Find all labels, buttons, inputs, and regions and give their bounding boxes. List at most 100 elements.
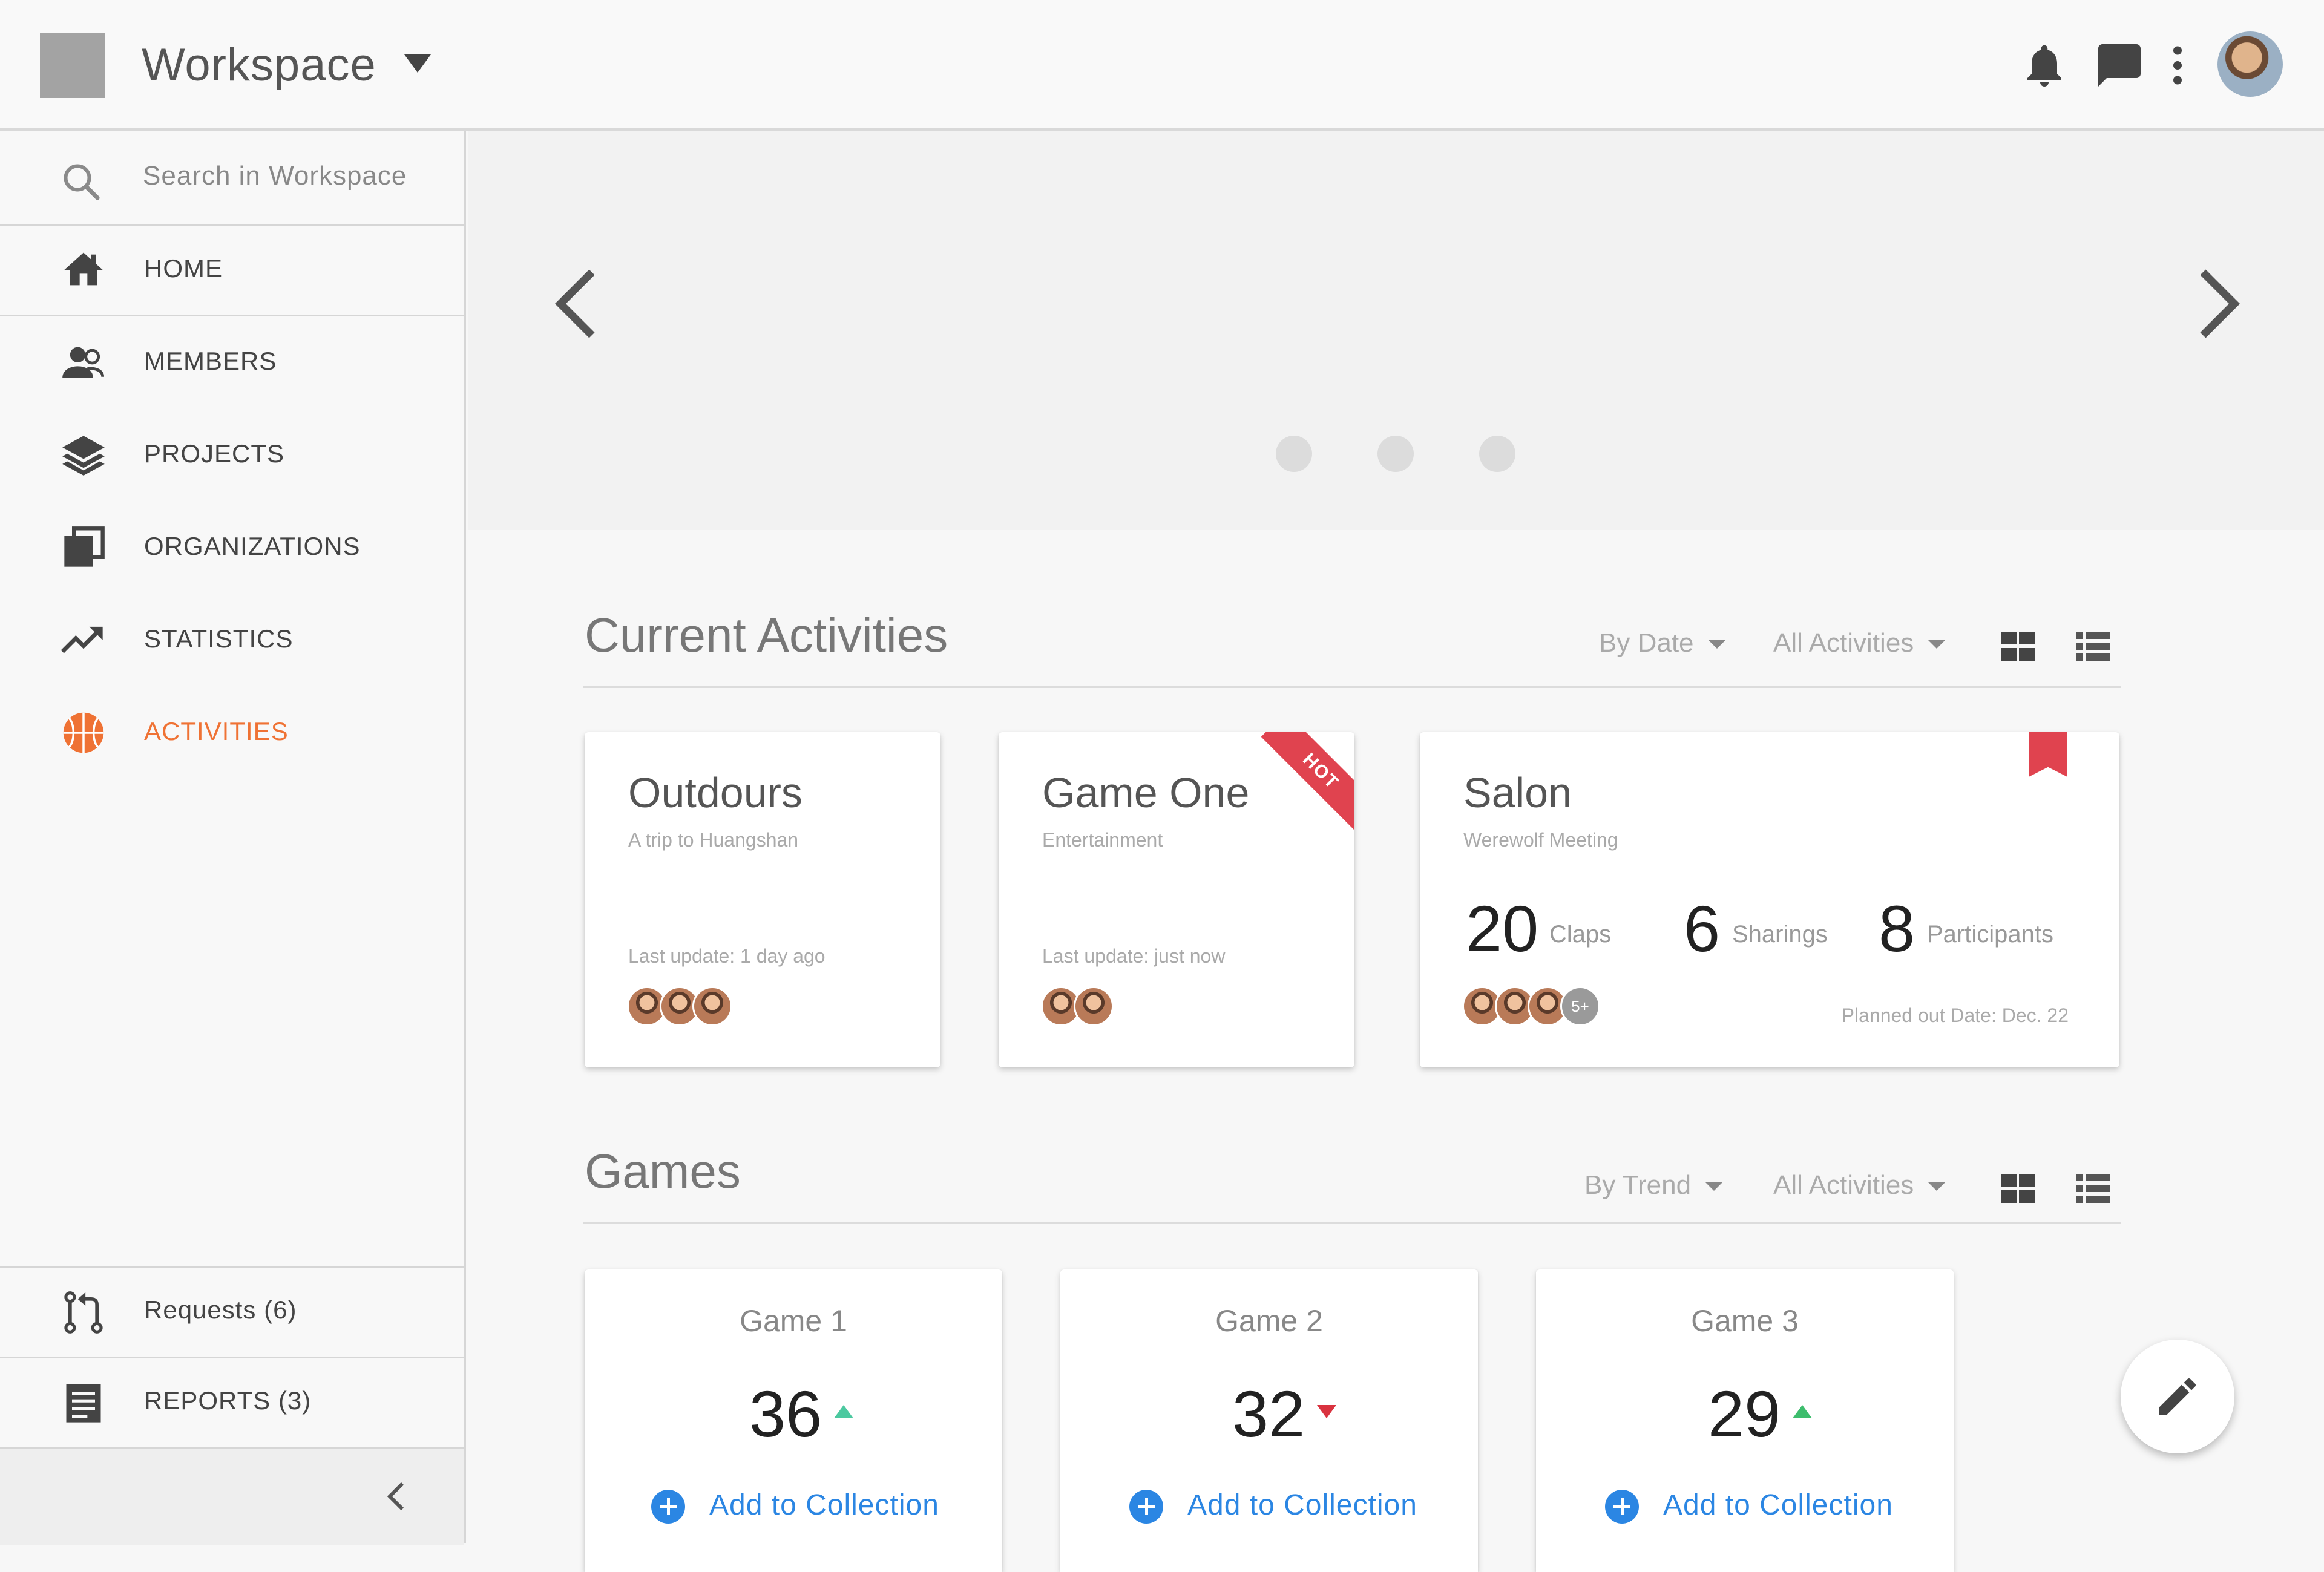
- claps-label: Claps: [1549, 921, 1612, 948]
- sidebar-item-label: ACTIVITIES: [144, 717, 289, 745]
- user-avatar[interactable]: [2217, 31, 2283, 97]
- sidebar-item-label: MEMBERS: [144, 347, 277, 375]
- requests-label: Requests (6): [144, 1295, 297, 1324]
- sidebar-item-members[interactable]: MEMBERS: [0, 316, 464, 407]
- sidebar-item-organizations[interactable]: ORGANIZATIONS: [0, 502, 464, 592]
- sidebar-search[interactable]: Search in Workspace: [0, 131, 464, 226]
- game-score: 36: [749, 1377, 822, 1450]
- section-title-current-activities: Current Activities: [585, 608, 948, 662]
- sidebar-item-activities[interactable]: ACTIVITIES: [0, 687, 464, 778]
- game-title: Game 3: [1691, 1304, 1799, 1338]
- members-icon: [62, 347, 105, 378]
- trend-up-icon: [1793, 1405, 1812, 1418]
- sidebar-item-reports[interactable]: REPORTS (3): [0, 1357, 464, 1449]
- caret-down-icon: [1708, 640, 1725, 649]
- search-input[interactable]: Search in Workspace: [143, 161, 407, 191]
- sidebar-item-requests[interactable]: Requests (6): [0, 1266, 464, 1358]
- filter-dropdown[interactable]: All Activities: [1773, 628, 1946, 658]
- workspace-title[interactable]: Workspace: [142, 34, 376, 97]
- organizations-icon: [64, 526, 105, 567]
- game-title: Game 1: [740, 1304, 847, 1338]
- carousel-dot[interactable]: [1479, 436, 1515, 472]
- caret-down-icon: [1928, 1182, 1946, 1191]
- section-title-games: Games: [585, 1144, 741, 1198]
- filter-label: All Activities: [1773, 628, 1914, 658]
- sidebar-item-projects[interactable]: PROJECTS: [0, 409, 464, 500]
- add-circle-icon: [1129, 1490, 1163, 1524]
- sidebar-item-home[interactable]: HOME: [0, 224, 464, 316]
- carousel-dot[interactable]: [1377, 436, 1414, 472]
- list-view-icon[interactable]: [2076, 1174, 2110, 1203]
- add-to-collection-label: Add to Collection: [1187, 1489, 1417, 1521]
- pull-request-icon: [64, 1291, 103, 1334]
- avatar[interactable]: [1074, 986, 1114, 1026]
- add-to-collection-label: Add to Collection: [709, 1489, 939, 1521]
- sidebar-item-statistics[interactable]: STATISTICS: [0, 594, 464, 685]
- grid-view-icon[interactable]: [2001, 632, 2035, 661]
- hot-ribbon: HOT: [1261, 732, 1354, 831]
- workspace-logo[interactable]: [40, 33, 105, 98]
- home-icon: [64, 252, 103, 286]
- filter-dropdown[interactable]: All Activities: [1773, 1170, 1946, 1200]
- workspace-dropdown-icon[interactable]: [404, 54, 431, 73]
- chevron-right-icon[interactable]: [2196, 267, 2244, 340]
- activity-card-outdours[interactable]: Outdours A trip to Huangshan Last update…: [585, 732, 940, 1067]
- sort-dropdown[interactable]: By Trend: [1584, 1170, 1723, 1200]
- add-circle-icon: [1605, 1490, 1639, 1524]
- game-card-3[interactable]: Game 3 29 Add to Collection: [1536, 1269, 1954, 1572]
- add-circle-icon: [651, 1490, 685, 1524]
- more-vert-icon[interactable]: [2152, 40, 2203, 91]
- card-last-update: Last update: 1 day ago: [628, 945, 826, 967]
- claps-count: 20: [1466, 892, 1539, 965]
- carousel: [468, 131, 2324, 530]
- search-icon: [64, 164, 100, 200]
- filter-label: All Activities: [1773, 1170, 1914, 1200]
- sidebar-collapse[interactable]: [0, 1447, 464, 1545]
- activity-card-salon[interactable]: Salon Werewolf Meeting 20 Claps 6 Sharin…: [1420, 732, 2119, 1067]
- bookmark-icon[interactable]: [2029, 732, 2067, 777]
- participants-count: 8: [1879, 892, 1915, 965]
- chevron-left-icon[interactable]: [551, 267, 599, 340]
- planned-date: Planned out Date: Dec. 22: [1841, 1004, 2069, 1026]
- caret-down-icon: [1928, 640, 1946, 649]
- card-subtitle: Entertainment: [1042, 829, 1163, 851]
- caret-down-icon: [1705, 1182, 1723, 1191]
- report-icon: [66, 1384, 101, 1423]
- card-last-update: Last update: just now: [1042, 945, 1226, 967]
- sort-label: By Trend: [1584, 1170, 1692, 1200]
- list-view-icon[interactable]: [2076, 632, 2110, 661]
- carousel-dot[interactable]: [1276, 436, 1312, 472]
- sharings-count: 6: [1684, 892, 1721, 965]
- sidebar: Search in Workspace HOME MEMBERS PROJECT…: [0, 131, 466, 1545]
- more-participants-badge[interactable]: 5+: [1560, 986, 1600, 1026]
- chevron-left-icon[interactable]: [375, 1475, 419, 1518]
- section-divider: [583, 686, 2121, 688]
- layers-icon: [62, 436, 105, 476]
- top-bar: Workspace: [0, 0, 2324, 131]
- sidebar-item-label: HOME: [144, 254, 223, 283]
- game-score: 32: [1232, 1377, 1305, 1450]
- sharings-label: Sharings: [1732, 921, 1828, 948]
- card-subtitle: Werewolf Meeting: [1463, 829, 1618, 851]
- game-card-2[interactable]: Game 2 32 Add to Collection: [1060, 1269, 1478, 1572]
- trend-down-icon: [1317, 1405, 1336, 1418]
- sidebar-item-label: PROJECTS: [144, 439, 285, 468]
- bell-icon[interactable]: [2019, 40, 2070, 91]
- chat-icon[interactable]: [2094, 40, 2145, 91]
- card-title: Game One: [1042, 769, 1250, 816]
- edit-fab-button[interactable]: [2121, 1340, 2234, 1453]
- add-to-collection-label: Add to Collection: [1663, 1489, 1893, 1521]
- avatar[interactable]: [692, 986, 732, 1026]
- activity-card-game-one[interactable]: HOT Game One Entertainment Last update: …: [999, 732, 1354, 1067]
- trending-icon: [61, 626, 103, 653]
- card-title: Salon: [1463, 769, 1572, 816]
- game-title: Game 2: [1215, 1304, 1323, 1338]
- section-divider: [583, 1222, 2121, 1224]
- game-card-1[interactable]: Game 1 36 Add to Collection: [585, 1269, 1002, 1572]
- sidebar-item-label: ORGANIZATIONS: [144, 532, 361, 560]
- grid-view-icon[interactable]: [2001, 1174, 2035, 1203]
- sort-dropdown[interactable]: By Date: [1599, 628, 1725, 658]
- card-subtitle: A trip to Huangshan: [628, 829, 799, 851]
- sort-label: By Date: [1599, 628, 1694, 658]
- sidebar-item-label: STATISTICS: [144, 624, 294, 653]
